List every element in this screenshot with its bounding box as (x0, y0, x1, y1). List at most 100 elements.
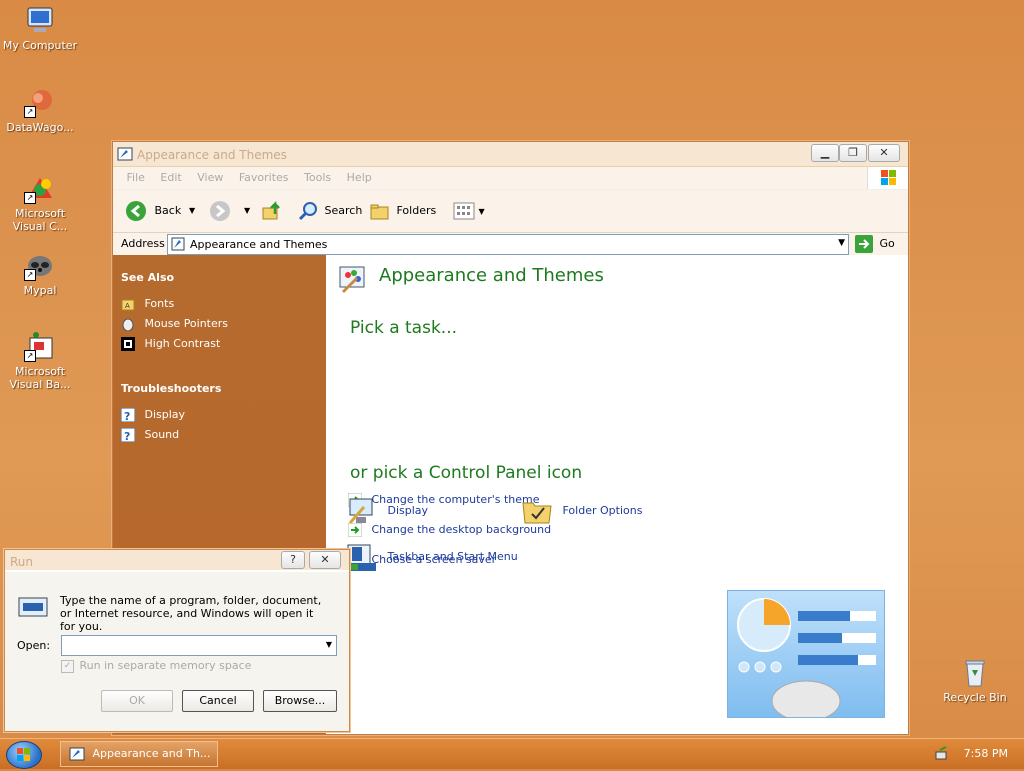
folders-button[interactable]: Folders (369, 200, 436, 222)
visual-basic-icon: ↗ (24, 330, 56, 362)
shortcut-arrow-icon: ↗ (24, 350, 36, 362)
menu-tools[interactable]: Tools (298, 167, 337, 189)
desktop-icon-label: DataWago... (6, 121, 74, 134)
start-button[interactable] (6, 741, 42, 769)
run-title: Run (10, 555, 34, 569)
folders-icon (370, 204, 389, 220)
ok-button[interactable]: OK (101, 690, 173, 712)
computer-icon (24, 4, 56, 36)
go-label: Go (879, 237, 895, 250)
appearance-themes-large-icon (336, 261, 370, 298)
troubleshooter-display[interactable]: ? Display (120, 407, 185, 423)
menu-file[interactable]: File (121, 167, 151, 189)
back-dropdown[interactable]: ▼ (189, 200, 195, 222)
up-folder-icon (262, 200, 280, 220)
see-also-fonts[interactable]: A Fonts (121, 296, 174, 312)
views-button[interactable]: ▼ (453, 200, 485, 222)
datawagon-icon: ↗ (24, 86, 56, 118)
address-input[interactable]: Appearance and Themes ▼ (167, 234, 849, 255)
close-button[interactable]: ✕ (868, 144, 900, 162)
back-button[interactable]: Back (125, 200, 181, 222)
search-icon (298, 202, 317, 221)
troubleshooters-heading: Troubleshooters (121, 382, 222, 395)
fonts-folder-icon: A (121, 297, 135, 311)
desktop-icon-visual-basic[interactable]: ↗ Microsoft Visual Ba... (0, 330, 80, 391)
go-button[interactable]: Go (855, 235, 895, 253)
search-button[interactable]: Search (297, 200, 362, 222)
back-arrow-icon (126, 201, 146, 221)
window-title: Appearance and Themes (137, 148, 287, 162)
troubleshooter-sound[interactable]: ? Sound (120, 427, 179, 443)
pick-task-heading: Pick a task... (350, 318, 458, 338)
menu-edit[interactable]: Edit (154, 167, 187, 189)
visual-c-icon: ↗ (24, 172, 56, 204)
desktop-icon-label: Recycle Bin (943, 691, 1007, 704)
maximize-button[interactable]: ❐ (839, 144, 867, 162)
run-program-icon (17, 594, 49, 623)
open-input[interactable]: ▼ (61, 635, 337, 656)
separate-memory-checkbox[interactable]: ✓ Run in separate memory space (61, 659, 251, 673)
page-title: Appearance and Themes (379, 265, 604, 286)
address-label: Address (121, 237, 165, 250)
shortcut-arrow-icon: ↗ (24, 269, 36, 281)
menu-bar: File Edit View Favorites Tools Help (113, 167, 908, 190)
open-dropdown-icon[interactable]: ▼ (326, 640, 332, 649)
forward-dropdown[interactable]: ▼ (244, 200, 250, 222)
appearance-themes-icon (171, 237, 185, 251)
address-dropdown-icon[interactable]: ▼ (838, 238, 845, 248)
address-value: Appearance and Themes (190, 238, 328, 251)
windows-logo-icon (867, 167, 908, 189)
desktop-icon-visual-c[interactable]: ↗ Microsoft Visual C... (0, 172, 80, 233)
back-label: Back (154, 204, 182, 217)
up-folder-button[interactable] (261, 200, 283, 222)
menu-favorites[interactable]: Favorites (233, 167, 295, 189)
windows-logo-icon (17, 748, 30, 761)
help-button[interactable]: ? (281, 551, 305, 569)
run-title-bar[interactable]: Run ? ✕ (5, 550, 349, 570)
see-also-high-contrast[interactable]: High Contrast (121, 336, 220, 352)
mouse-icon (121, 317, 135, 332)
desktop-icon-label: Microsoft Visual C... (12, 207, 68, 233)
views-dropdown-icon: ▼ (478, 207, 485, 216)
browse-button[interactable]: Browse... (263, 690, 337, 712)
taskbar-icon (346, 541, 378, 573)
recycle-bin-icon (959, 656, 991, 688)
go-arrow-icon (855, 235, 873, 253)
see-also-mouse-pointers[interactable]: Mouse Pointers (121, 316, 228, 332)
network-icon[interactable] (934, 746, 950, 765)
svg-text:?: ? (124, 410, 130, 422)
shortcut-arrow-icon: ↗ (24, 106, 36, 118)
folders-label: Folders (396, 204, 437, 217)
desktop-icon-datawagon[interactable]: ↗ DataWago... (0, 86, 80, 134)
taskbar: Appearance and Th... 7:58 PM (0, 738, 1024, 769)
appearance-themes-icon (117, 146, 133, 162)
desktop-icon-my-computer[interactable]: My Computer (0, 4, 80, 52)
taskbar-button-appearance[interactable]: Appearance and Th... (60, 741, 218, 767)
forward-arrow-icon (210, 201, 230, 221)
open-label: Open: (17, 639, 51, 652)
desktop-icon-recycle-bin[interactable]: Recycle Bin (935, 656, 1015, 704)
menu-view[interactable]: View (191, 167, 229, 189)
forward-button[interactable] (209, 200, 231, 222)
cpl-taskbar-start-menu[interactable]: Taskbar and Start Menu (346, 541, 518, 573)
content-pane: Appearance and Themes Pick a task... Cha… (326, 255, 908, 734)
title-bar[interactable]: Appearance and Themes ▁ ❐ ✕ (113, 142, 908, 167)
appearance-themes-icon (69, 747, 85, 761)
cpl-display[interactable]: Display (346, 495, 428, 527)
run-body: Type the name of a program, folder, docu… (5, 572, 349, 731)
clock[interactable]: 7:58 PM (964, 747, 1008, 760)
minimize-button[interactable]: ▁ (811, 144, 839, 162)
run-dialog: Run ? ✕ Type the name of a program, fold… (4, 549, 350, 732)
desktop-icon-mypal[interactable]: ↗ Mypal (0, 249, 80, 297)
see-also-heading: See Also (121, 271, 175, 284)
close-button[interactable]: ✕ (309, 551, 341, 569)
pick-icon-heading: or pick a Control Panel icon (350, 463, 583, 483)
search-label: Search (324, 204, 363, 217)
menu-help[interactable]: Help (341, 167, 378, 189)
cancel-button[interactable]: Cancel (182, 690, 254, 712)
display-icon (346, 495, 378, 527)
cpl-folder-options[interactable]: Folder Options (521, 495, 642, 527)
svg-text:?: ? (124, 430, 130, 442)
system-tray: 7:58 PM (934, 739, 1024, 769)
control-panel-illustration (727, 590, 885, 722)
